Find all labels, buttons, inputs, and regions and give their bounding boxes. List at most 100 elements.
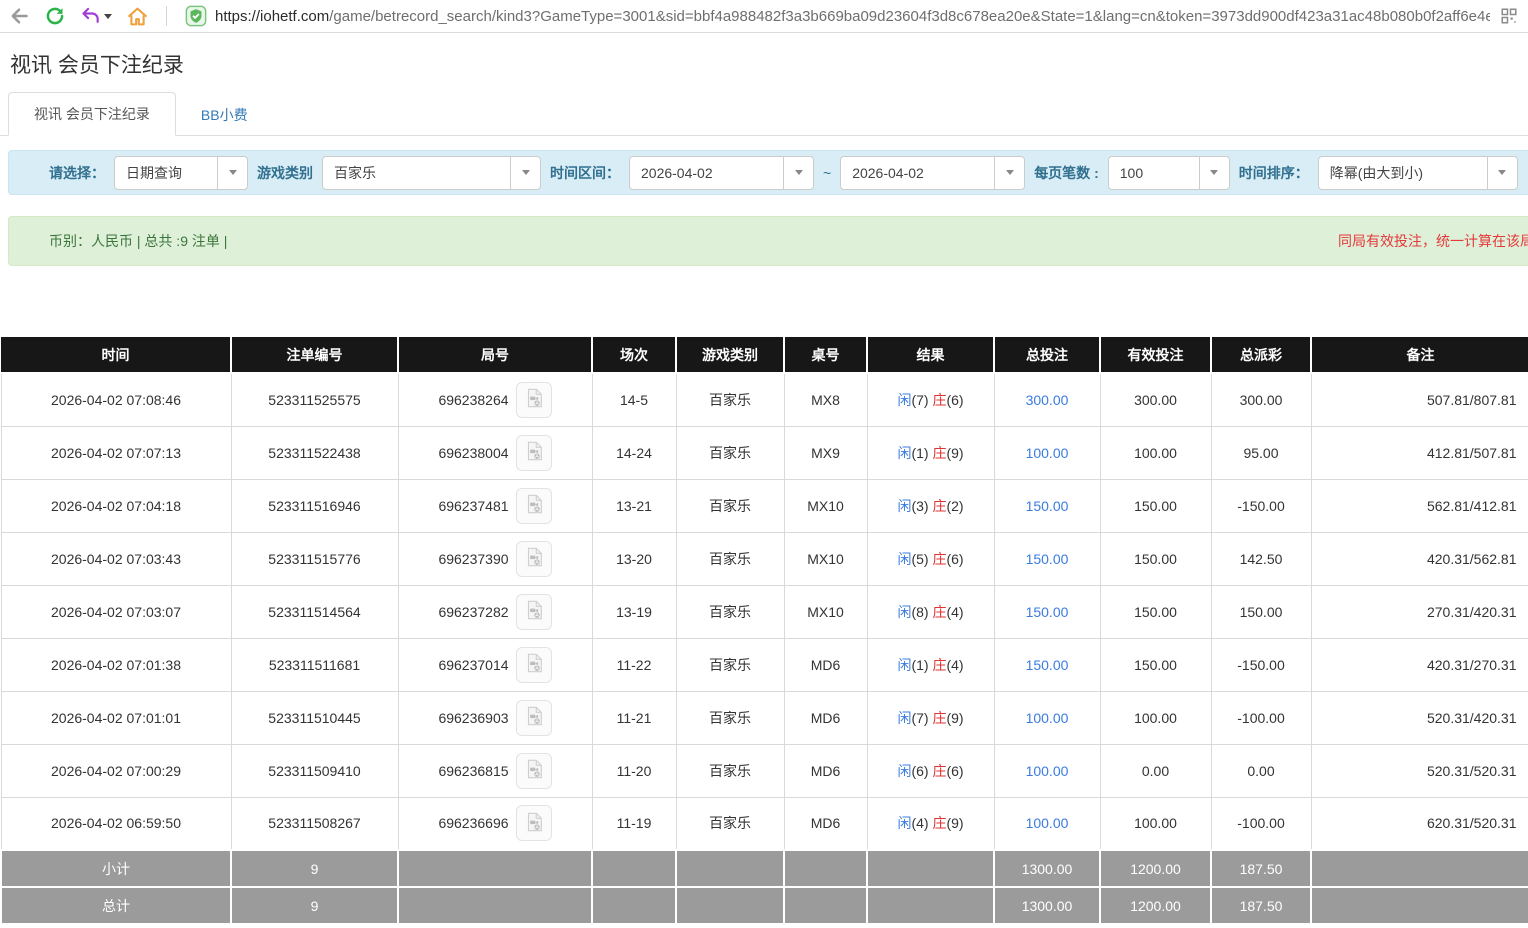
cell-round-number: 696236815	[398, 744, 592, 797]
banker-label: 庄	[932, 498, 946, 514]
cell-remark: 412.81/507.81	[1311, 426, 1528, 479]
cell-time: 2026-04-02 07:04:18	[1, 479, 231, 532]
round-number-text: 696237390	[438, 551, 508, 567]
result-score: (9)	[946, 815, 963, 831]
banker-label: 庄	[932, 710, 946, 726]
total-empty-remark	[1311, 887, 1528, 924]
cell-time: 2026-04-02 07:01:38	[1, 638, 231, 691]
cell-time: 2026-04-02 07:03:43	[1, 532, 231, 585]
cell-remark: 562.81/412.81	[1311, 479, 1528, 532]
total-empty-session	[592, 887, 676, 924]
cell-bet-number: 523311525575	[231, 373, 398, 426]
address-bar[interactable]: https://iohetf.com/game/betrecord_search…	[215, 8, 1490, 25]
game-type-select[interactable]: 百家乐	[322, 156, 541, 190]
reload-icon[interactable]	[44, 5, 66, 27]
cell-result: 闲(5) 庄(6)	[867, 532, 994, 585]
video-replay-button[interactable]	[516, 382, 552, 418]
cell-payout: -150.00	[1211, 638, 1311, 691]
total-bet-link[interactable]: 100.00	[1026, 815, 1069, 831]
page-size-label: 每页笔数 :	[1034, 163, 1099, 183]
round-number-text: 696236903	[438, 710, 508, 726]
video-replay-button[interactable]	[516, 753, 552, 789]
film-document-icon	[523, 387, 545, 412]
cell-table-number: MX10	[784, 532, 867, 585]
video-replay-button[interactable]	[516, 700, 552, 736]
cell-total-bet: 100.00	[994, 744, 1100, 797]
page-size-select[interactable]: 100	[1108, 156, 1230, 190]
cell-round-number: 696237282	[398, 585, 592, 638]
cell-game-type: 百家乐	[676, 532, 784, 585]
table-row: 2026-04-02 07:04:18523311516946696237481…	[1, 479, 1528, 532]
total-bet-link[interactable]: 300.00	[1026, 392, 1069, 408]
film-document-icon	[523, 493, 545, 518]
total-label: 小计	[1, 850, 231, 887]
video-replay-button[interactable]	[516, 541, 552, 577]
cell-session: 11-21	[592, 691, 676, 744]
banker-label: 庄	[932, 815, 946, 831]
cell-valid-bet: 0.00	[1100, 744, 1211, 797]
round-number-text: 696238004	[438, 445, 508, 461]
chevron-down-icon	[783, 157, 813, 189]
cell-session: 14-5	[592, 373, 676, 426]
total-bet-link[interactable]: 100.00	[1026, 445, 1069, 461]
total-bet-link[interactable]: 100.00	[1026, 710, 1069, 726]
query-mode-select[interactable]: 日期查询	[114, 156, 248, 190]
undo-icon[interactable]	[80, 5, 102, 27]
result-score: (5)	[911, 551, 932, 567]
column-header-0: 时间	[1, 337, 231, 373]
total-bet-link[interactable]: 150.00	[1026, 551, 1069, 567]
player-label: 闲	[897, 657, 911, 673]
video-replay-button[interactable]	[516, 435, 552, 471]
cell-table-number: MX10	[784, 585, 867, 638]
cell-game-type: 百家乐	[676, 638, 784, 691]
cell-table-number: MD6	[784, 744, 867, 797]
date-to-select[interactable]: 2026-04-02	[840, 156, 1025, 190]
column-header-7: 总投注	[994, 337, 1100, 373]
video-replay-button[interactable]	[516, 647, 552, 683]
cell-round-number: 696237481	[398, 479, 592, 532]
cell-remark: 507.81/807.81	[1311, 373, 1528, 426]
video-replay-button[interactable]	[516, 805, 552, 841]
video-replay-button[interactable]	[516, 488, 552, 524]
cell-time: 2026-04-02 07:01:01	[1, 691, 231, 744]
video-replay-button[interactable]	[516, 594, 552, 630]
cell-total-bet: 300.00	[994, 373, 1100, 426]
date-range-tilde: ~	[823, 165, 831, 181]
player-label: 闲	[897, 604, 911, 620]
security-shield-icon[interactable]	[185, 5, 207, 27]
undo-menu[interactable]	[80, 5, 112, 27]
cell-game-type: 百家乐	[676, 426, 784, 479]
tab-bet-records[interactable]: 视讯 会员下注纪录	[8, 92, 176, 136]
total-bet-link[interactable]: 100.00	[1026, 763, 1069, 779]
qr-code-icon[interactable]	[1498, 5, 1520, 27]
cell-session: 11-20	[592, 744, 676, 797]
cell-result: 闲(3) 庄(2)	[867, 479, 994, 532]
banker-label: 庄	[932, 763, 946, 779]
tab-bar: 视讯 会员下注纪录 BB小费	[0, 92, 1528, 136]
cell-remark: 620.31/520.31	[1311, 797, 1528, 850]
back-icon[interactable]	[8, 5, 30, 27]
home-icon[interactable]	[126, 5, 148, 27]
total-bet-link[interactable]: 150.00	[1026, 498, 1069, 514]
date-from-select[interactable]: 2026-04-02	[629, 156, 814, 190]
cell-valid-bet: 150.00	[1100, 585, 1211, 638]
sort-select[interactable]: 降幂(由大到小)	[1318, 156, 1518, 190]
cell-table-number: MD6	[784, 691, 867, 744]
cell-result: 闲(4) 庄(9)	[867, 797, 994, 850]
table-row: 2026-04-02 07:03:43523311515776696237390…	[1, 532, 1528, 585]
cell-remark: 520.31/420.31	[1311, 691, 1528, 744]
cell-game-type: 百家乐	[676, 797, 784, 850]
banker-label: 庄	[932, 551, 946, 567]
cell-round-number: 696236903	[398, 691, 592, 744]
tab-bb-tip[interactable]: BB小费	[176, 94, 273, 136]
total-bet-link[interactable]: 150.00	[1026, 604, 1069, 620]
cell-valid-bet: 100.00	[1100, 797, 1211, 850]
total-empty-round	[398, 850, 592, 887]
film-document-icon	[523, 705, 545, 730]
chevron-down-icon[interactable]	[104, 14, 112, 19]
player-label: 闲	[897, 710, 911, 726]
grandtotal-row: 总计91300.001200.00187.50	[1, 887, 1528, 924]
total-bet-link[interactable]: 150.00	[1026, 657, 1069, 673]
column-header-4: 游戏类别	[676, 337, 784, 373]
cell-total-bet: 150.00	[994, 585, 1100, 638]
